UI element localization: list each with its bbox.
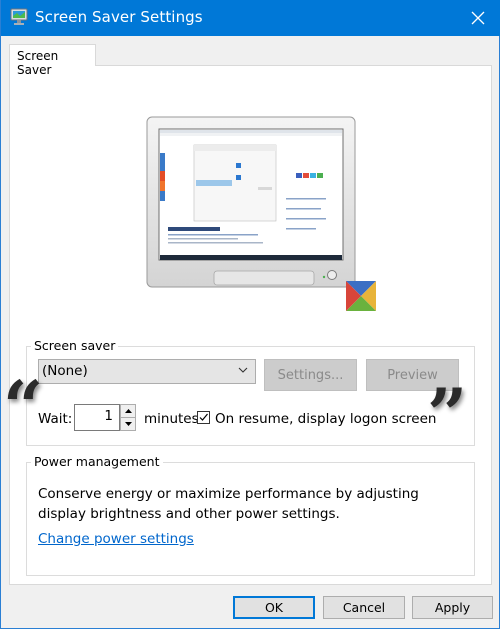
arrow-down-icon (124, 422, 132, 426)
chevron-down-icon (238, 367, 248, 373)
change-power-settings-link[interactable]: Change power settings (38, 531, 194, 547)
arrow-up-icon (124, 409, 132, 413)
screen-saver-settings-dialog: Screen Saver Settings Screen Saver Scree… (0, 0, 500, 629)
close-button[interactable] (455, 0, 500, 36)
logon-screen-label: On resume, display logon screen (215, 411, 437, 427)
ok-button[interactable]: OK (233, 596, 315, 619)
close-quote-decoration: ” (427, 373, 468, 456)
wait-minutes-stepper (120, 404, 136, 431)
tab-screen-saver[interactable]: Screen Saver (9, 44, 96, 77)
monitor-preview (146, 113, 376, 317)
tab-panel-screen-saver: Screen saver (None) Settings... Preview … (9, 65, 492, 585)
checkmark-icon (199, 413, 208, 421)
open-quote-decoration: “ (3, 365, 44, 448)
spin-down-button[interactable] (121, 418, 135, 430)
settings-button[interactable]: Settings... (264, 359, 357, 391)
power-management-group-legend: Power management (31, 454, 163, 469)
power-management-description: Conserve energy or maximize performance … (38, 486, 419, 522)
monitor-settings-icon (10, 8, 28, 26)
screen-saver-group-legend: Screen saver (31, 338, 119, 353)
title-bar[interactable]: Screen Saver Settings (1, 0, 500, 36)
windows-club-logo-icon (346, 281, 376, 311)
cancel-button[interactable]: Cancel (323, 596, 405, 619)
minutes-label: minutes (144, 411, 199, 427)
spin-up-button[interactable] (121, 405, 135, 418)
close-icon (471, 11, 485, 25)
screen-saver-selected-value: (None) (42, 363, 88, 379)
screen-saver-dropdown[interactable]: (None) (38, 359, 256, 384)
wait-minutes-input[interactable]: 1 (74, 404, 120, 431)
apply-button[interactable]: Apply (412, 596, 493, 619)
window-title: Screen Saver Settings (35, 8, 203, 26)
logon-screen-checkbox[interactable] (197, 411, 210, 424)
